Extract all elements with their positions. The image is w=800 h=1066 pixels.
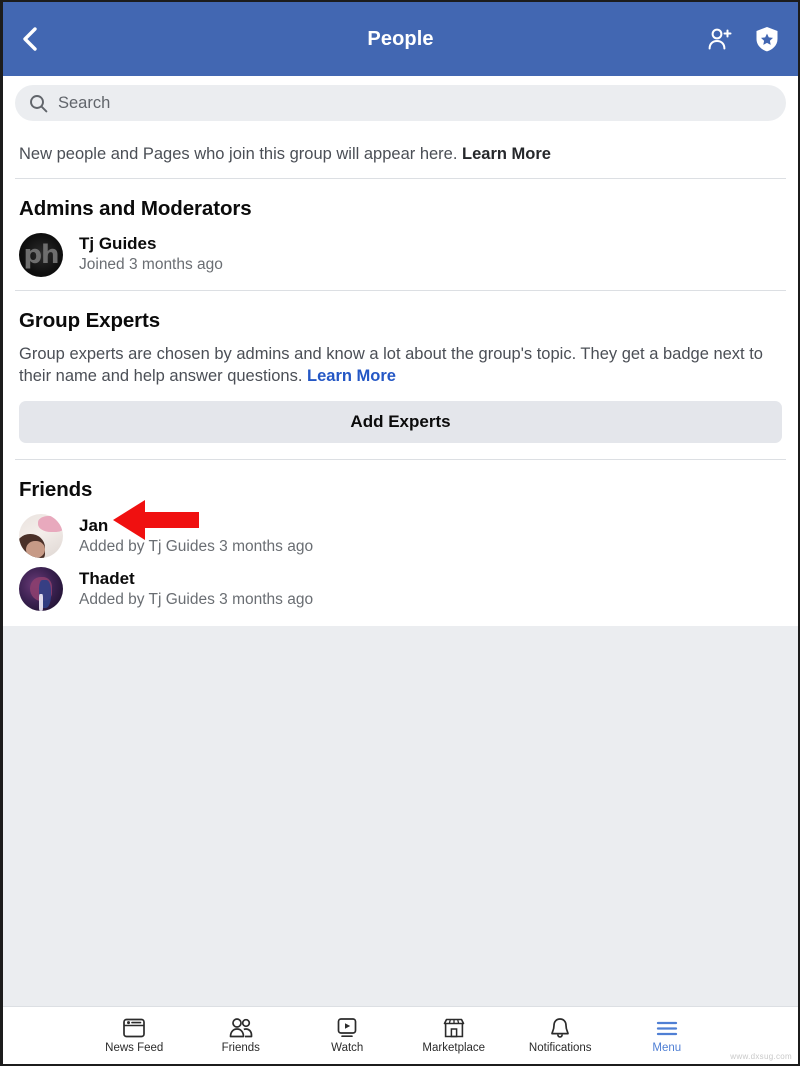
list-item-text: Jan Added by Tj Guides 3 months ago xyxy=(79,515,314,556)
nav-label: Menu xyxy=(652,1041,682,1054)
member-name: Thadet xyxy=(79,568,135,588)
avatar: ph xyxy=(19,232,63,277)
list-item[interactable]: Jan Added by Tj Guides 3 months ago xyxy=(3,510,798,563)
watch-play-icon xyxy=(337,1017,357,1037)
section-title-group-experts: Group Experts xyxy=(19,308,161,332)
avatar-initials: ph xyxy=(23,239,59,270)
search-input[interactable]: Search xyxy=(15,85,786,121)
list-item[interactable]: ph Tj Guides Joined 3 months ago xyxy=(3,229,798,282)
news-feed-icon xyxy=(123,1018,146,1038)
search-bar-container: Search xyxy=(3,76,798,131)
new-members-notice: New people and Pages who join this group… xyxy=(3,131,798,178)
watermark: www.dxsug.com xyxy=(730,1052,792,1061)
page-title: People xyxy=(367,27,434,50)
add-experts-button[interactable]: Add Experts xyxy=(19,401,782,444)
back-button[interactable] xyxy=(21,19,55,59)
member-name: Jan xyxy=(79,515,109,535)
nav-label: Friends xyxy=(221,1041,260,1054)
nav-label: Notifications xyxy=(528,1041,592,1054)
group-experts-description: Group experts are chosen by admins and k… xyxy=(3,335,798,388)
avatar xyxy=(19,567,63,612)
admins-list: ph Tj Guides Joined 3 months ago xyxy=(3,223,798,290)
marketplace-store-icon xyxy=(443,1018,465,1038)
notice-learn-more-link[interactable]: Learn More xyxy=(462,145,551,163)
group-experts-learn-more-link[interactable]: Learn More xyxy=(307,367,396,385)
member-name: Tj Guides xyxy=(79,234,157,254)
hamburger-menu-icon xyxy=(656,1021,677,1035)
member-meta: Joined 3 months ago xyxy=(79,256,223,274)
list-item[interactable]: Thadet Added by Tj Guides 3 months ago xyxy=(3,563,798,616)
phone-screen: People Search New people and Pages who j… xyxy=(0,0,800,1066)
nav-item-notifications[interactable]: Notifications xyxy=(525,1017,596,1055)
list-item-text: Tj Guides Joined 3 months ago xyxy=(79,235,223,274)
friends-list: Jan Added by Tj Guides 3 months ago Thad… xyxy=(3,504,798,624)
avatar xyxy=(19,514,63,559)
nav-item-watch[interactable]: Watch xyxy=(312,1017,383,1055)
section-title-admins: Admins and Moderators xyxy=(19,196,252,220)
member-meta: Added by Tj Guides 3 months ago xyxy=(79,590,314,608)
notice-text: New people and Pages who join this group… xyxy=(19,145,463,163)
nav-item-news-feed[interactable]: News Feed xyxy=(99,1017,170,1055)
nav-item-friends[interactable]: Friends xyxy=(206,1017,277,1055)
chevron-left-icon xyxy=(23,27,37,51)
section-title-friends: Friends xyxy=(19,478,93,502)
nav-item-menu[interactable]: Menu xyxy=(632,1017,703,1055)
nav-item-marketplace[interactable]: Marketplace xyxy=(419,1017,490,1055)
header-actions xyxy=(706,25,780,53)
nav-label: Marketplace xyxy=(422,1041,486,1054)
app-header: People xyxy=(3,2,798,76)
add-person-icon[interactable] xyxy=(706,25,734,53)
member-meta: Added by Tj Guides 3 months ago xyxy=(79,537,314,555)
nav-label: News Feed xyxy=(105,1041,164,1054)
nav-label: Watch xyxy=(331,1041,364,1054)
shield-star-icon[interactable] xyxy=(754,25,780,53)
content-sheet: New people and Pages who join this group… xyxy=(3,131,798,627)
list-item-text: Thadet Added by Tj Guides 3 months ago xyxy=(79,568,314,609)
friends-icon xyxy=(229,1017,253,1038)
search-placeholder: Search xyxy=(58,93,111,112)
bottom-navigation: News Feed Friends Watch Marketplace Noti… xyxy=(3,1006,798,1064)
search-icon xyxy=(30,94,48,112)
bell-icon xyxy=(551,1017,570,1038)
